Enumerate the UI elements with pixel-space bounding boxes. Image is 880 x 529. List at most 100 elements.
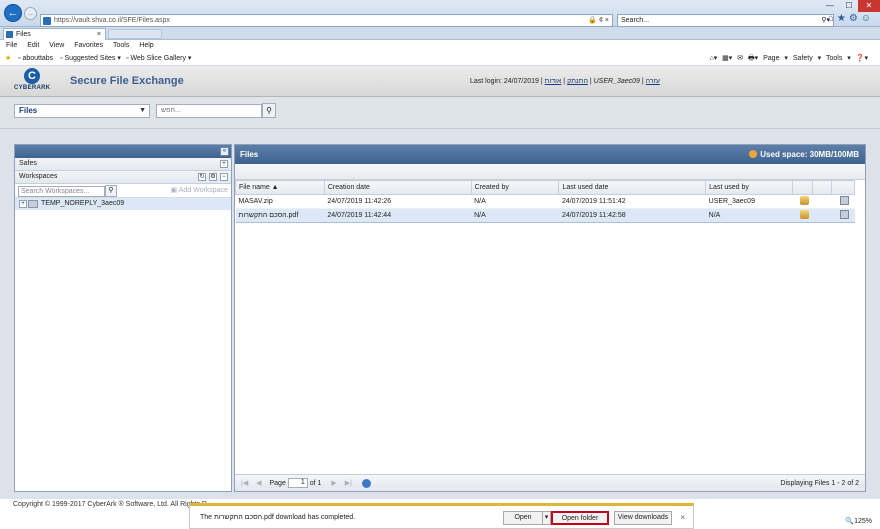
- refresh-icon[interactable]: [361, 478, 371, 488]
- created-by: N/A: [471, 194, 559, 209]
- app-title: Secure File Exchange: [70, 75, 184, 87]
- back-arrow-icon[interactable]: ←: [4, 4, 22, 22]
- empty-cell: [812, 208, 832, 223]
- collapse-workspaces-icon[interactable]: −: [220, 173, 228, 181]
- workspace-item[interactable]: + TEMP_NOREPLY_3aec09: [15, 198, 231, 210]
- collapse-panel-icon[interactable]: «: [220, 147, 229, 156]
- expand-tree-icon[interactable]: +: [19, 200, 27, 208]
- expand-safes-icon[interactable]: +: [220, 160, 228, 168]
- safes-label: Safes: [19, 160, 37, 167]
- edit-cell: [831, 208, 855, 223]
- download-notification-bar: The הסכם התקשרות.pdf download has comple…: [189, 503, 694, 529]
- workspace-name: TEMP_NOREPLY_3aec09: [41, 200, 125, 207]
- favorite-suggested-sites[interactable]: ▫ Suggested Sites ▾: [60, 52, 121, 66]
- menu-file[interactable]: File: [6, 42, 17, 49]
- last-login-text: Last login: 24/07/2019 |: [470, 78, 543, 85]
- view-selector-dropdown[interactable]: Files ▼: [14, 104, 150, 118]
- workspace-search-bar: Search Workspaces... ⚲ ▣ Add Workspace: [15, 184, 231, 198]
- url-field[interactable]: https://vault.shva.co.il/SFE/Files.aspx …: [40, 14, 613, 27]
- files-panel-header: Files Used space: 30MB/100MB: [235, 145, 865, 164]
- about-link[interactable]: אודות: [545, 78, 562, 85]
- download-icon[interactable]: [799, 210, 809, 219]
- refresh-workspaces-icon[interactable]: ↻: [198, 173, 206, 181]
- menu-view[interactable]: View: [49, 42, 64, 49]
- download-icon[interactable]: [799, 196, 809, 205]
- nav-panel-header: «: [15, 145, 231, 158]
- workspaces-section[interactable]: Workspaces ↻ ⚙ −: [15, 171, 231, 184]
- pagination-info: Displaying Files 1 - 2 of 2: [780, 480, 859, 487]
- files-toolbar: [235, 164, 865, 180]
- menu-favorites[interactable]: Favorites: [74, 42, 103, 49]
- last-page-icon[interactable]: ▶|: [345, 480, 352, 487]
- menu-edit[interactable]: Edit: [27, 42, 39, 49]
- ie-command-icons[interactable]: ⌂▾ ▦▾ ✉ 🖶▾: [709, 55, 763, 62]
- file-name[interactable]: הסכם התקשרות.pdf: [235, 208, 325, 223]
- table-row[interactable]: MASAV.zip 24/07/2019 11:42:26 N/A 24/07/…: [235, 194, 855, 209]
- open-dropdown-arrow-icon[interactable]: ▾: [542, 511, 551, 525]
- col-file-name[interactable]: File name ▲: [235, 180, 325, 195]
- zoom-level[interactable]: 🔍125%: [845, 517, 872, 525]
- new-tab-button[interactable]: [108, 29, 162, 39]
- empty-cell: [812, 194, 832, 209]
- download-cell: [792, 194, 813, 209]
- files-search-input[interactable]: חפש...: [156, 104, 262, 118]
- safes-section[interactable]: Safes +: [15, 158, 231, 171]
- next-page-icon[interactable]: ▶: [331, 480, 336, 487]
- close-window-button[interactable]: ✕: [858, 0, 880, 12]
- browser-search-input[interactable]: Search... ⚲▾: [617, 14, 834, 27]
- tab-files[interactable]: Files ×: [3, 28, 106, 40]
- open-button[interactable]: Open: [503, 511, 543, 525]
- menu-bar: File Edit View Favorites Tools Help: [0, 40, 880, 52]
- last-used-date: 24/07/2019 11:42:58: [558, 208, 706, 223]
- favorites-bar: ★ ▫ abouttabs ▫ Suggested Sites ▾ ▫ Web …: [0, 52, 880, 66]
- browser-toolbar-icons[interactable]: ⌂★⚙☺: [828, 13, 874, 24]
- maximize-button[interactable]: ☐: [840, 0, 858, 12]
- menu-tools[interactable]: Tools: [113, 42, 129, 49]
- table-row[interactable]: הסכם התקשרות.pdf 24/07/2019 11:42:44 N/A…: [235, 208, 855, 223]
- favorite-abouttabs[interactable]: ▫ abouttabs: [18, 52, 53, 66]
- folder-icon: [28, 200, 38, 208]
- col-last-used-by[interactable]: Last used by: [705, 180, 794, 195]
- help-icon[interactable]: ❓▾: [851, 55, 868, 62]
- page-number-input[interactable]: 1: [287, 478, 308, 489]
- workspace-search-input[interactable]: Search Workspaces...: [18, 186, 105, 197]
- current-user: USER_3aec09: [593, 78, 640, 85]
- view-downloads-button[interactable]: View downloads: [614, 511, 672, 525]
- workspace-settings-icon[interactable]: ⚙: [209, 173, 217, 181]
- properties-icon[interactable]: [839, 210, 849, 219]
- last-used-by: USER_3aec09: [705, 194, 793, 209]
- file-name[interactable]: MASAV.zip: [235, 194, 325, 209]
- workspaces-label: Workspaces: [19, 173, 58, 180]
- url-actions[interactable]: 🔒 ¢ ×: [588, 15, 609, 26]
- creation-date: 24/07/2019 11:42:26: [324, 194, 472, 209]
- search-icon[interactable]: ⚲: [262, 103, 276, 118]
- help-link[interactable]: עזרה: [646, 78, 660, 85]
- creation-date: 24/07/2019 11:42:44: [324, 208, 472, 223]
- favorites-star-icon[interactable]: ★: [5, 52, 11, 66]
- browser-search-placeholder: Search...: [621, 17, 650, 24]
- prev-page-icon[interactable]: ◀: [256, 480, 261, 487]
- dropdown-arrow-icon[interactable]: ▼: [139, 105, 146, 117]
- col-created-by[interactable]: Created by: [470, 180, 560, 195]
- ie-command-bar[interactable]: ⌂▾ ▦▾ ✉ 🖶▾ Page ▾ Safety ▾ Tools ▾ ❓▾: [709, 52, 868, 66]
- menu-help[interactable]: Help: [139, 42, 153, 49]
- logout-link[interactable]: התנתק: [567, 78, 588, 85]
- download-message: The הסכם התקשרות.pdf download has comple…: [200, 514, 356, 521]
- site-favicon-icon: [43, 17, 51, 25]
- workspace-search-icon[interactable]: ⚲: [105, 185, 117, 197]
- col-creation-date[interactable]: Creation date: [323, 180, 472, 195]
- used-space-indicator: Used space: 30MB/100MB: [749, 145, 859, 164]
- first-page-icon[interactable]: |◀: [241, 480, 248, 487]
- forward-arrow-icon[interactable]: →: [24, 7, 37, 20]
- url-text: https://vault.shva.co.il/SFE/Files.aspx: [54, 17, 170, 24]
- open-folder-button[interactable]: Open folder: [551, 511, 609, 525]
- favorite-web-slice-gallery[interactable]: ▫ Web Slice Gallery ▾: [126, 52, 191, 66]
- close-notification-icon[interactable]: ×: [680, 513, 685, 522]
- brand-name: CYBERARK: [14, 85, 51, 91]
- close-tab-icon[interactable]: ×: [97, 29, 101, 40]
- minimize-button[interactable]: —: [820, 0, 840, 12]
- properties-icon[interactable]: [839, 196, 849, 205]
- filter-bar: Files ▼ חפש... ⚲: [0, 97, 880, 129]
- col-last-used-date[interactable]: Last used date: [558, 180, 707, 195]
- navigation-panel: « Safes + Workspaces ↻ ⚙ − Search Worksp…: [14, 144, 232, 492]
